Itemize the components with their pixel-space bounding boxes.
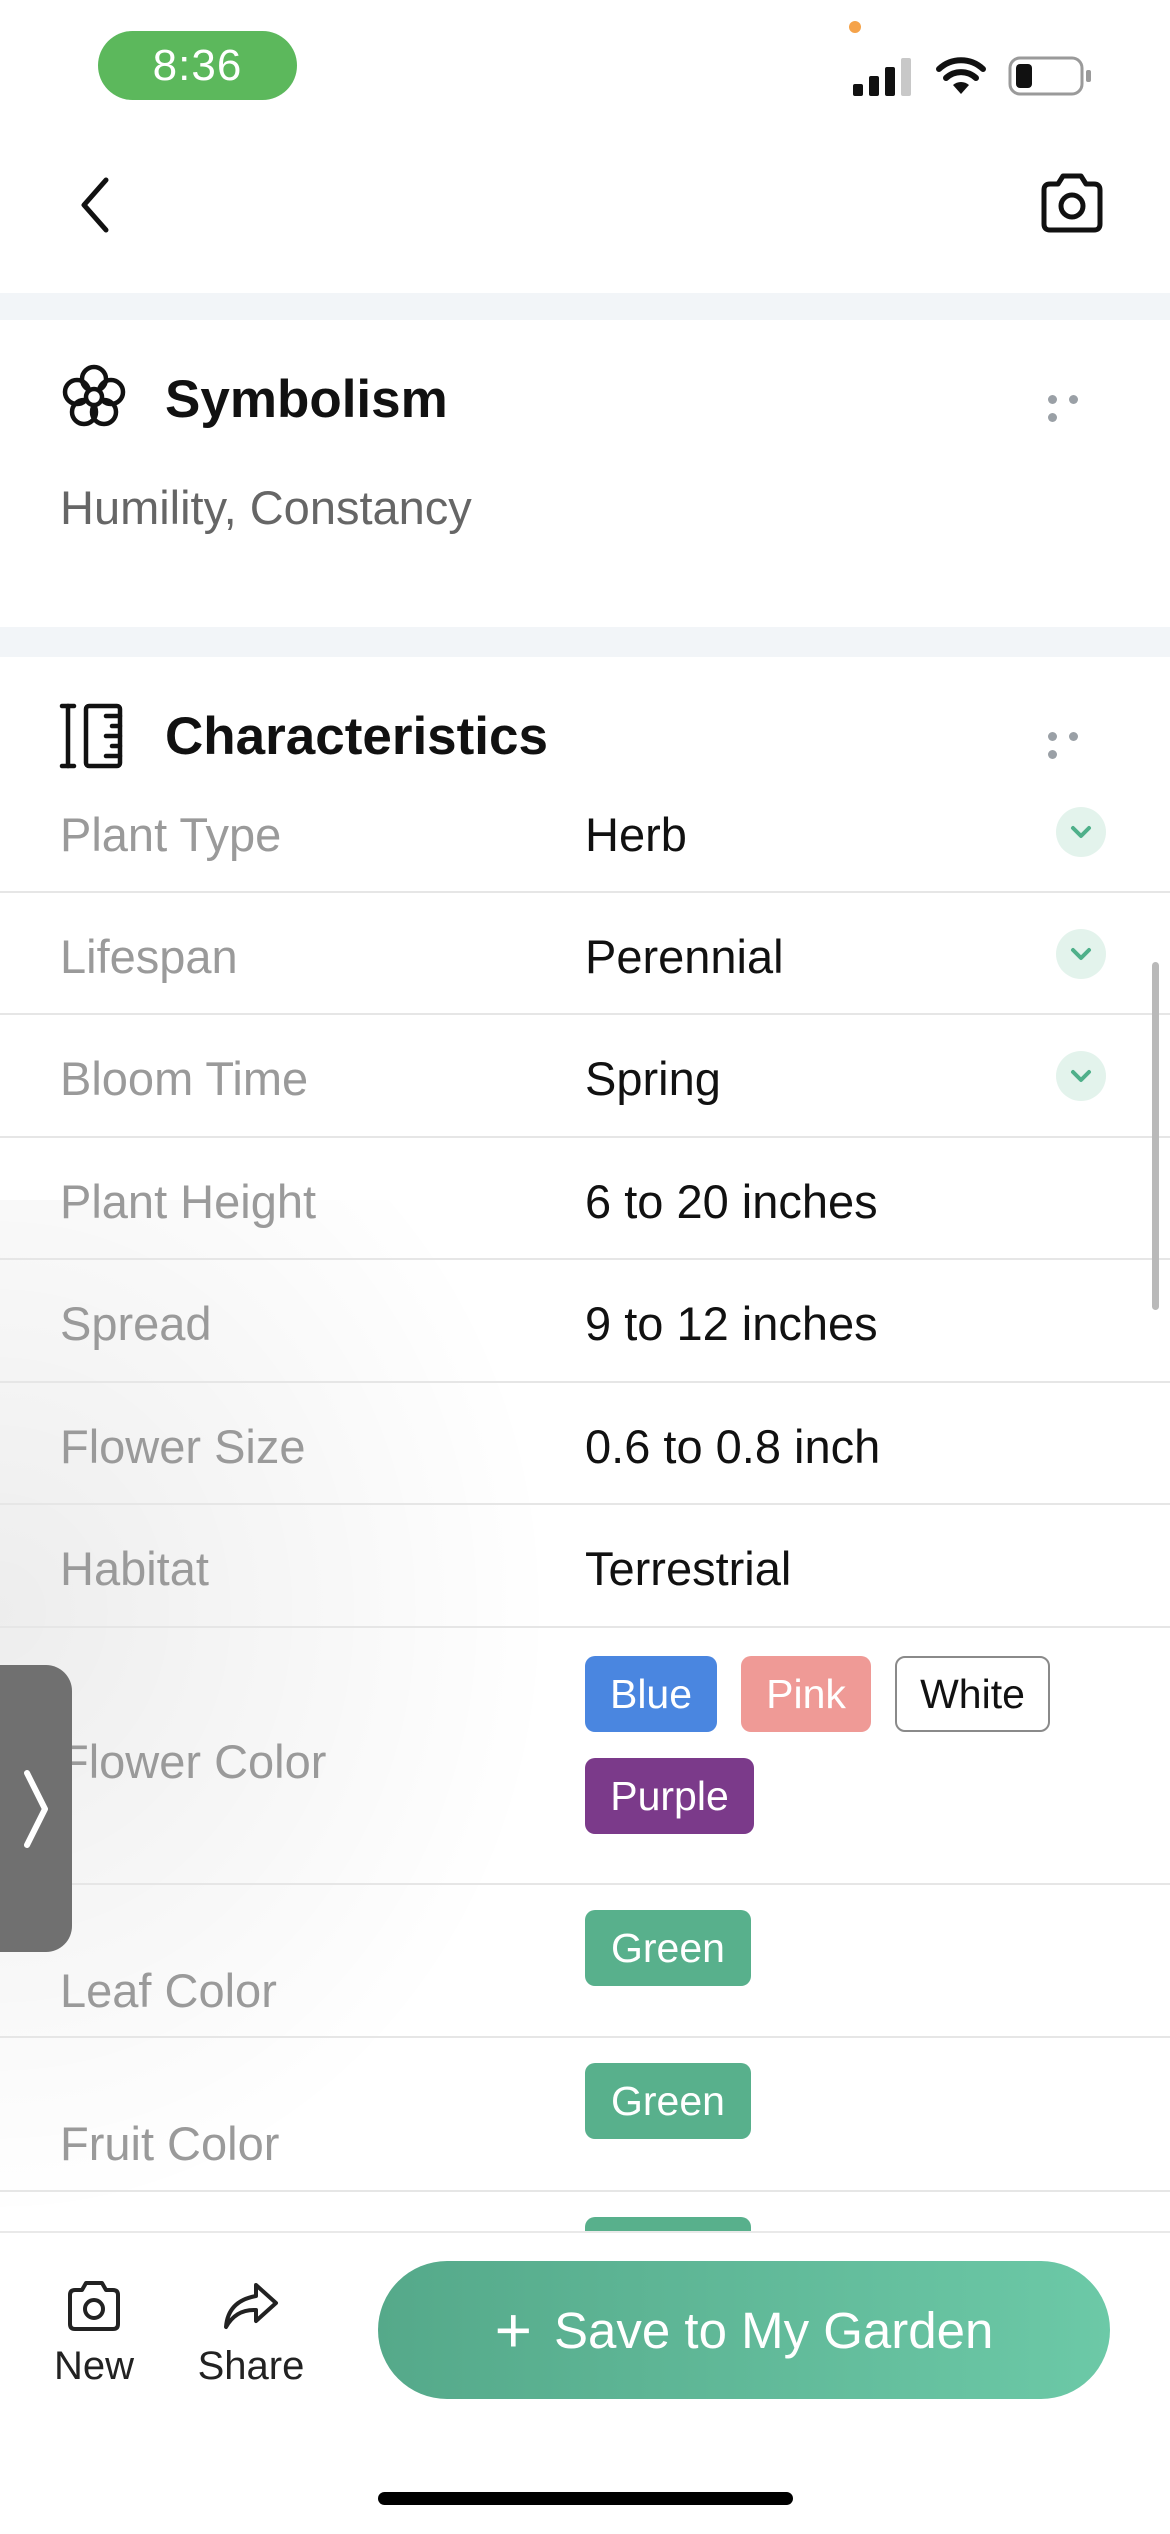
row-label: Lifespan: [60, 930, 238, 983]
section-divider: [0, 293, 1170, 320]
camera-icon[interactable]: [1038, 172, 1106, 234]
row-label: Flower Color: [60, 1735, 327, 1788]
characteristic-row-bloom-time[interactable]: Bloom Time Spring: [0, 1013, 1170, 1138]
more-icon[interactable]: [1048, 391, 1108, 422]
plus-icon: +: [494, 2294, 532, 2366]
section-title-characteristics: Characteristics: [165, 707, 548, 766]
row-label: Bloom Time: [60, 1052, 309, 1105]
scrollbar[interactable]: [1152, 962, 1159, 1310]
new-button[interactable]: New: [48, 2279, 140, 2389]
symbolism-header: Symbolism: [0, 353, 1170, 443]
characteristic-row-lifespan[interactable]: Lifespan Perennial: [0, 891, 1170, 1015]
camera-icon: [68, 2281, 120, 2331]
ruler-icon: [59, 703, 123, 769]
row-value: Terrestrial: [585, 1542, 792, 1595]
row-value: Perennial: [585, 930, 784, 983]
color-tag-blue: Blue: [585, 1656, 717, 1732]
flower-icon: [62, 364, 126, 427]
chevron-right-icon: [24, 1769, 48, 1848]
share-button[interactable]: Share: [190, 2279, 312, 2389]
cellular-signal-icon: [853, 58, 911, 96]
home-indicator: [378, 2492, 793, 2505]
color-tag-green: Green: [585, 2063, 751, 2139]
characteristic-row-habitat: Habitat Terrestrial: [0, 1503, 1170, 1628]
symbolism-text: Humility, Constancy: [60, 481, 472, 534]
save-button-label: Save to My Garden: [553, 2301, 994, 2359]
characteristic-row-spread: Spread 9 to 12 inches: [0, 1258, 1170, 1383]
color-tag-purple: Purple: [585, 1758, 754, 1834]
color-tag-green: Green: [585, 1910, 751, 1986]
share-icon: [224, 2283, 278, 2329]
characteristic-row-plant-height: Plant Height 6 to 20 inches: [0, 1136, 1170, 1260]
row-label: Plant Type: [60, 808, 282, 861]
row-label: Flower Size: [60, 1420, 306, 1473]
row-value: 0.6 to 0.8 inch: [585, 1420, 881, 1473]
chevron-down-icon[interactable]: [1056, 1051, 1106, 1101]
characteristic-row-flower-color: Flower Color Blue Pink White Purple: [0, 1626, 1170, 1885]
new-label: New: [53, 2344, 135, 2388]
save-to-garden-button[interactable]: + Save to My Garden: [378, 2261, 1110, 2399]
row-value: 6 to 20 inches: [585, 1175, 878, 1228]
chevron-down-icon[interactable]: [1056, 929, 1106, 979]
row-label: Habitat: [60, 1542, 209, 1595]
chevron-down-icon[interactable]: [1056, 807, 1106, 857]
status-time: 8:36: [98, 31, 297, 100]
share-label: Share: [197, 2344, 305, 2388]
row-label: Plant Height: [60, 1175, 317, 1228]
characteristic-row-leaf-color: Leaf Color Green: [0, 1883, 1170, 2038]
row-label: Fruit Color: [60, 2117, 280, 2170]
section-title-symbolism: Symbolism: [165, 370, 448, 429]
status-bar: 8:36: [0, 0, 1170, 140]
row-label: Spread: [60, 1297, 212, 1350]
battery-icon: [1008, 56, 1091, 96]
characteristic-row-flower-size: Flower Size 0.6 to 0.8 inch: [0, 1381, 1170, 1505]
more-icon[interactable]: [1048, 728, 1108, 759]
section-divider: [0, 627, 1170, 657]
row-label: Leaf Color: [60, 1964, 277, 2017]
side-panel-handle[interactable]: [0, 1665, 72, 1952]
characteristic-row-fruit-color: Fruit Color Green: [0, 2036, 1170, 2192]
color-tag-pink: Pink: [741, 1656, 871, 1732]
row-value: Spring: [585, 1052, 721, 1105]
color-tag-white: White: [895, 1656, 1050, 1732]
characteristics-header: Characteristics: [0, 690, 1170, 780]
row-value: Herb: [585, 808, 687, 861]
row-value: 9 to 12 inches: [585, 1297, 878, 1350]
privacy-indicator-dot: [849, 21, 861, 33]
back-arrow-icon[interactable]: [70, 170, 120, 240]
wifi-icon: [936, 57, 986, 94]
characteristic-row-plant-type[interactable]: Plant Type Herb: [0, 785, 1170, 893]
